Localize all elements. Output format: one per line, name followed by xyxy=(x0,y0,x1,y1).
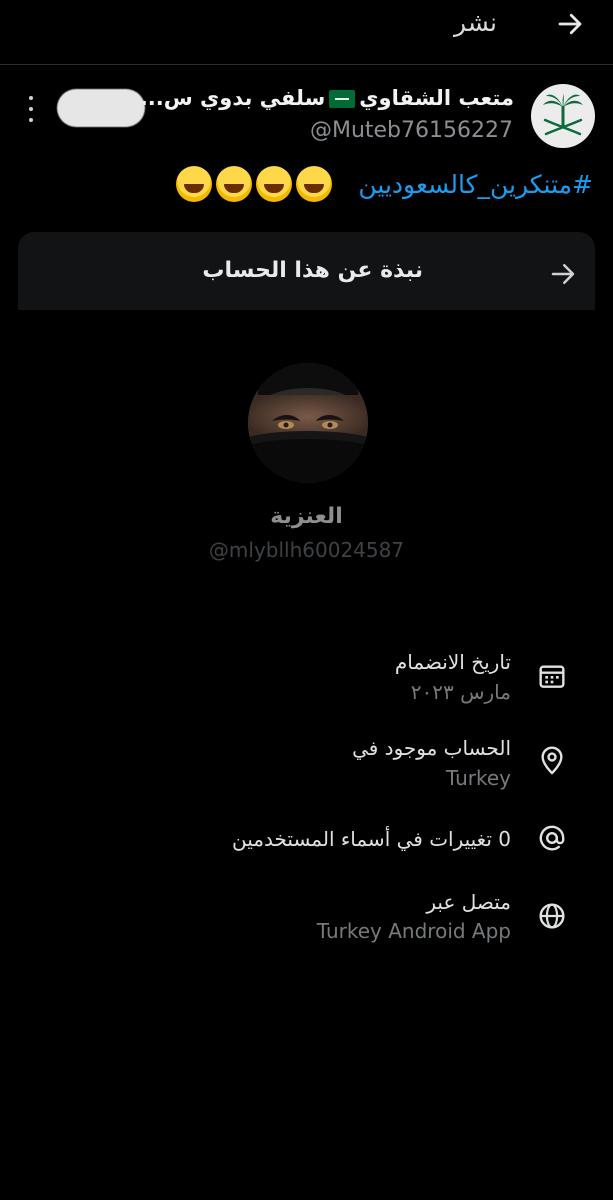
profile-avatar[interactable] xyxy=(248,363,368,483)
arrow-right-icon xyxy=(558,13,582,35)
author-avatar[interactable] xyxy=(531,84,595,148)
author-handle: @Muteb76156227 xyxy=(309,118,513,143)
more-vertical-icon xyxy=(29,96,33,100)
profile-photo xyxy=(248,363,368,483)
emoji-group xyxy=(176,166,333,202)
hashtag-link[interactable]: #متنكرين_كالسعوديين xyxy=(358,170,593,199)
joined-value: مارس ٢٠٢٣ xyxy=(410,680,511,704)
author-name[interactable]: متعب الشقاوي سلفي بدوي س... xyxy=(140,86,514,110)
location-value: Turkey xyxy=(445,766,511,790)
calendar-icon xyxy=(532,656,572,696)
author-name-text: متعب الشقاوي xyxy=(359,86,514,110)
tweet-text: #متنكرين_كالسعوديين xyxy=(176,166,593,202)
saudi-flag-icon xyxy=(329,90,356,108)
username-changes: 0 تغييرات في أسماء المستخدمين xyxy=(232,827,511,851)
more-options-button[interactable] xyxy=(24,96,38,122)
connected-value: Turkey Android App xyxy=(316,919,511,943)
connected-label: متصل عبر xyxy=(426,890,511,914)
palm-swords-emblem-icon xyxy=(543,92,583,136)
location-label: الحساب موجود في xyxy=(352,736,511,760)
blurred-follow-button[interactable] xyxy=(57,89,145,127)
at-sign-icon xyxy=(532,818,572,858)
profile-handle: @mlybllh60024587 xyxy=(208,538,405,562)
author-name-rest: سلفي بدوي س... xyxy=(139,86,326,110)
about-account-title: نبذة عن هذا الحساب xyxy=(202,258,423,283)
rofl-emoji-icon xyxy=(216,166,253,202)
header-divider xyxy=(0,64,613,65)
rofl-emoji-icon xyxy=(296,166,333,202)
back-button[interactable] xyxy=(550,4,590,44)
rofl-emoji-icon xyxy=(256,166,293,202)
page-title: نشر xyxy=(453,8,497,37)
joined-label: تاريخ الانضمام xyxy=(394,650,511,674)
rofl-emoji-icon xyxy=(176,166,213,202)
profile-name: العنزية xyxy=(270,504,343,529)
arrow-right-icon xyxy=(551,264,575,284)
about-account-arrow[interactable] xyxy=(545,256,581,292)
top-bar xyxy=(0,0,613,64)
location-pin-icon xyxy=(532,741,572,781)
globe-icon xyxy=(532,896,572,936)
